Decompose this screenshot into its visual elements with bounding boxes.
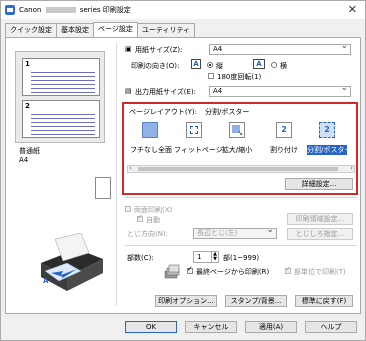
portrait-radio[interactable] xyxy=(207,62,213,68)
layout-tiling-poster[interactable]: 2 分割/ポスター xyxy=(307,122,352,160)
svg-text:A: A xyxy=(43,277,49,285)
stacked-pages-icon xyxy=(164,264,180,279)
layout-borderless[interactable]: フチなし全面 xyxy=(130,122,172,160)
preview-page-1: 1 xyxy=(22,58,100,96)
layout-fit-label: フィットページ xyxy=(174,146,223,154)
rotate-180-label: 180度回転(1) xyxy=(217,73,262,81)
rotate-180-checkbox[interactable] xyxy=(208,73,214,79)
fit-page-icon xyxy=(186,122,202,138)
close-icon[interactable]: ✕ xyxy=(348,3,357,16)
paper-size-icon: ▣ xyxy=(125,45,132,53)
scroll-right-icon[interactable]: › xyxy=(350,164,353,172)
page-number: 1 xyxy=(25,60,30,68)
layout-borderless-label: フチなし全面 xyxy=(130,146,172,154)
printer-illustration: A xyxy=(41,233,103,291)
collate-checkbox[interactable] xyxy=(285,265,291,274)
stepper-arrows-icon[interactable]: ▲ ▼ xyxy=(211,252,218,262)
landscape-radio[interactable] xyxy=(271,62,277,68)
reverse-order-checkbox[interactable] xyxy=(187,265,193,274)
layout-scaled[interactable]: ↘ 拡大/縮小 xyxy=(217,122,257,160)
text-lines xyxy=(31,111,95,135)
scaled-icon: ↘ xyxy=(229,122,245,138)
copies-range: 部(1~999) xyxy=(223,254,260,262)
page-layout-label: ページレイアウト(Y): xyxy=(129,108,197,116)
copies-value: 1 xyxy=(197,253,202,261)
layout-scaled-label: 拡大/縮小 xyxy=(221,146,253,154)
collate-label: 部単位で印刷(T) xyxy=(294,268,346,276)
copies-label: 部数(C): xyxy=(127,254,154,262)
redacted-model xyxy=(45,7,76,13)
auto-duplex-checkbox[interactable] xyxy=(137,213,143,222)
landscape-icon: A xyxy=(253,59,265,69)
tab-quick-setup[interactable]: クイック設定 xyxy=(5,23,57,37)
paper-type-text: 普通紙 xyxy=(19,147,40,155)
ok-button[interactable]: OK xyxy=(125,321,177,333)
paper-size-select[interactable]: A4 xyxy=(209,42,351,55)
portrait-icon: A xyxy=(191,59,201,69)
reverse-order-label: 最終ページから印刷(R) xyxy=(196,268,270,276)
print-options-button[interactable]: 印刷オプション... xyxy=(155,295,217,307)
output-size-label: 出力用紙サイズ(E): xyxy=(135,88,197,96)
paper-size-text: A4 xyxy=(19,156,29,164)
tab-maintenance[interactable]: ユーティリティ xyxy=(136,23,196,37)
portrait-label: 縦 xyxy=(216,62,223,70)
auto-duplex-label: 自動 xyxy=(146,216,160,224)
page-number: 2 xyxy=(25,102,30,110)
layout-fit-to-page[interactable]: フィットページ xyxy=(174,122,223,160)
binding-label: とじ方向(N): xyxy=(127,230,169,238)
layout-tiling-label: 分割/ポスター xyxy=(307,145,352,155)
scrollbar-thumb[interactable] xyxy=(138,167,338,171)
orientation-label: 印刷の向き(O): xyxy=(131,62,180,70)
layout-page-layout[interactable]: 2 割り付け xyxy=(264,122,304,160)
page-layout-value: 分割/ポスター xyxy=(205,108,250,116)
divider xyxy=(125,197,357,198)
layout-page-layout-label: 割り付け xyxy=(270,146,298,154)
preview-page-2: 2 xyxy=(22,100,100,138)
page-preview: 1 2 xyxy=(15,51,105,143)
title-bar: Canon series 印刷設定 ✕ xyxy=(1,1,365,19)
copies-stepper[interactable]: 1 ▲ ▼ xyxy=(193,251,219,263)
window-title: Canon series 印刷設定 xyxy=(19,6,131,14)
layout-scrollbar[interactable]: ‹ › xyxy=(127,164,355,173)
tab-page-setup[interactable]: ページ設定 xyxy=(93,22,138,37)
landscape-label: 横 xyxy=(280,62,287,70)
binding-select[interactable]: 長辺とじ(左) xyxy=(193,226,277,239)
help-button[interactable]: ヘルプ xyxy=(305,321,357,333)
page-layout-icon: 2 xyxy=(276,122,292,138)
stamp-background-button[interactable]: スタンプ/背景... xyxy=(225,295,287,307)
preview-pane: 1 2 普通紙 A4 A xyxy=(7,43,117,306)
tab-main[interactable]: 基本設定 xyxy=(56,23,94,37)
text-lines xyxy=(31,69,95,93)
scroll-left-icon[interactable]: ‹ xyxy=(129,164,132,172)
binding-margin-button[interactable]: とじしろ指定... xyxy=(287,228,353,240)
divider xyxy=(125,245,357,246)
details-button[interactable]: 詳細設定... xyxy=(285,178,353,190)
paper-info: 普通紙 A4 xyxy=(19,147,40,165)
apply-button[interactable]: 適用(A) xyxy=(245,321,297,333)
duplex-checkbox[interactable] xyxy=(125,206,131,212)
cancel-button[interactable]: キャンセル xyxy=(185,321,237,333)
restore-defaults-button[interactable]: 標準に戻す(F) xyxy=(295,295,353,307)
tiling-poster-icon: 2 xyxy=(319,122,335,138)
output-size-icon: ▤ xyxy=(125,87,132,95)
printer-app-icon xyxy=(5,5,15,15)
tab-bar: クイック設定 基本設定 ページ設定 ユーティリティ xyxy=(5,22,196,37)
paper-icon xyxy=(95,177,111,199)
paper-size-label: 用紙サイズ(Z): xyxy=(135,46,183,54)
print-area-button[interactable]: 印刷領域設定... xyxy=(287,213,353,225)
borderless-icon xyxy=(142,122,158,138)
print-settings-dialog: Canon series 印刷設定 ✕ クイック設定 基本設定 ページ設定 ユー… xyxy=(0,0,366,341)
output-size-select[interactable]: A4 xyxy=(209,84,351,97)
